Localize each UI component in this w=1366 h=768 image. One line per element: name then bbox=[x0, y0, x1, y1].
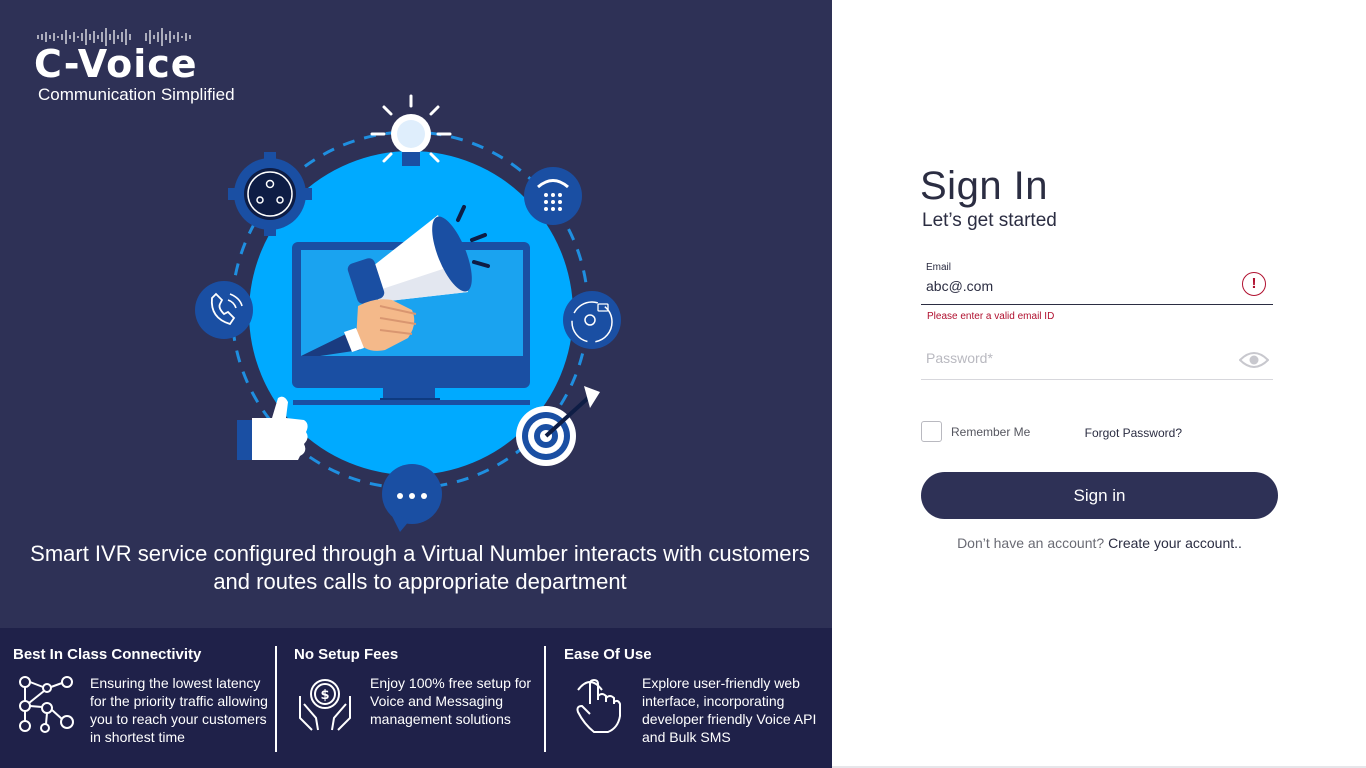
signup-prompt-text: Don’t have an account? bbox=[957, 535, 1105, 551]
feature-title: No Setup Fees bbox=[294, 646, 399, 663]
password-input[interactable] bbox=[926, 350, 1226, 366]
support-agent-icon bbox=[563, 291, 621, 349]
feature-connectivity: Best In Class Connectivity Ensuring the … bbox=[13, 628, 275, 768]
email-input[interactable] bbox=[926, 278, 1226, 294]
email-error-message: Please enter a valid email ID bbox=[927, 311, 1055, 322]
touch-hand-icon bbox=[576, 678, 621, 733]
logo-wordmark: C-Voice bbox=[34, 42, 198, 86]
promo-panel: C-Voice Communication Simplified Smart I… bbox=[0, 0, 832, 768]
feature-text: Enjoy 100% free setup for Voice and Mess… bbox=[370, 675, 532, 727]
ivr-illustration bbox=[195, 94, 621, 532]
feature-text: Explore user-friendly web interface, inc… bbox=[642, 675, 817, 745]
hands-coin-icon: $ bbox=[299, 679, 351, 731]
email-field[interactable]: Email ! bbox=[921, 261, 1273, 305]
error-icon: ! bbox=[1242, 272, 1266, 296]
remember-me-label[interactable]: Remember Me bbox=[951, 425, 1030, 439]
feature-title: Best In Class Connectivity bbox=[13, 646, 202, 663]
svg-text:$: $ bbox=[320, 688, 329, 703]
feature-divider bbox=[275, 646, 277, 752]
forgot-password-link[interactable]: Forgot Password? bbox=[1085, 426, 1182, 440]
create-account-link[interactable]: Create your account.. bbox=[1108, 535, 1242, 551]
sign-in-button[interactable]: Sign in bbox=[921, 472, 1278, 519]
page-title: Sign In bbox=[920, 164, 1049, 208]
feature-text: Ensuring the lowest latency for the prio… bbox=[90, 675, 268, 745]
network-nodes-icon bbox=[19, 676, 74, 733]
feature-title: Ease Of Use bbox=[564, 646, 652, 663]
hero-caption: Smart IVR service configured through a V… bbox=[30, 541, 810, 594]
password-field[interactable] bbox=[921, 340, 1273, 380]
feature-strip: Best In Class Connectivity Ensuring the … bbox=[0, 628, 832, 768]
eye-icon[interactable] bbox=[1239, 350, 1269, 370]
feature-setup-fees: No Setup Fees $ Enjoy 100% free setup fo… bbox=[294, 628, 544, 768]
chat-bubble-icon bbox=[382, 464, 442, 532]
page-subtitle: Let’s get started bbox=[922, 210, 1057, 231]
signin-panel: Sign In Let’s get started Email ! Please… bbox=[832, 0, 1366, 768]
dialpad-phone-icon bbox=[524, 167, 582, 225]
feature-divider bbox=[544, 646, 546, 752]
email-label: Email bbox=[926, 262, 952, 273]
feature-ease-of-use: Ease Of Use Explore user-friendly web in… bbox=[564, 628, 824, 768]
phone-call-icon bbox=[195, 281, 253, 339]
remember-me-checkbox[interactable] bbox=[921, 421, 942, 442]
signup-prompt: Don’t have an account? Create your accou… bbox=[921, 535, 1278, 551]
